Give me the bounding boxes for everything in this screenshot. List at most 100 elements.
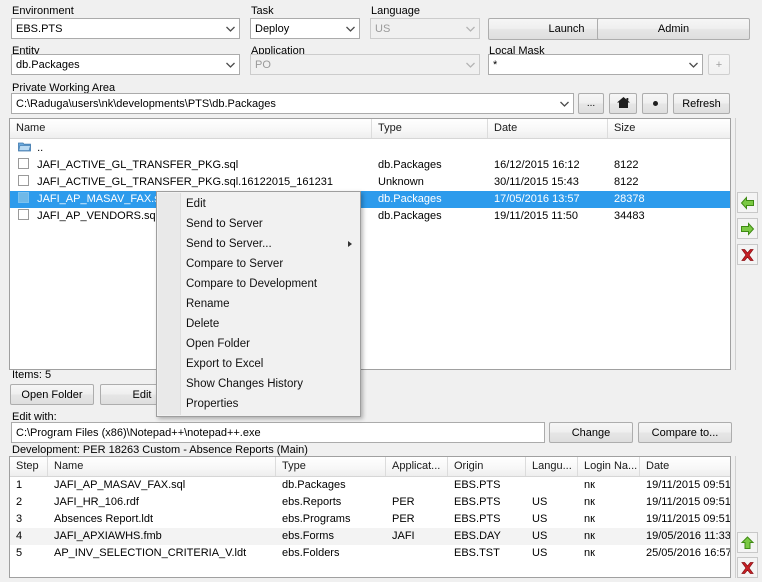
home-button[interactable] xyxy=(609,93,637,114)
chevron-down-icon[interactable] xyxy=(222,19,239,38)
dev-delete-button[interactable] xyxy=(737,557,758,578)
dev-origin: EBS.PTS xyxy=(454,496,501,508)
chevron-down-icon[interactable] xyxy=(222,55,239,74)
language-combo[interactable]: US xyxy=(370,18,480,39)
dev-col-login[interactable]: Login Na... xyxy=(578,457,640,476)
context-menu-item-delete[interactable]: Delete xyxy=(157,314,360,334)
table-row[interactable]: JAFI_ACTIVE_GL_TRANSFER_PKG.sql db.Packa… xyxy=(10,157,730,174)
dev-col-origin[interactable]: Origin xyxy=(448,457,526,476)
dev-language: US xyxy=(532,547,548,559)
dev-application xyxy=(386,545,448,562)
file-row-type: db.Packages xyxy=(378,193,442,205)
chevron-down-icon[interactable] xyxy=(342,19,359,38)
file-row-name: JAFI_ACTIVE_GL_TRANSFER_PKG.sql xyxy=(37,159,239,171)
context-menu-item-show-changes-history[interactable]: Show Changes History xyxy=(157,374,360,394)
edit-with-input[interactable]: C:\Program Files (x86)\Notepad++\notepad… xyxy=(11,422,545,443)
dev-type: ebs.Folders xyxy=(282,547,340,559)
file-row-size: 28378 xyxy=(614,193,645,205)
file-row-checkbox[interactable] xyxy=(18,158,29,169)
file-row-date: 30/11/2015 15:43 xyxy=(494,176,579,188)
dev-col-language[interactable]: Langu... xyxy=(526,457,578,476)
file-row-name: JAFI_AP_MASAV_FAX.sql xyxy=(37,193,169,205)
context-menu-item-export-to-excel[interactable]: Export to Excel xyxy=(157,354,360,374)
context-menu-item-label: Properties xyxy=(186,398,239,410)
dev-login: nк xyxy=(584,547,595,559)
dev-col-date[interactable]: Date xyxy=(640,457,730,476)
development-grid[interactable]: Step Name Type Applicat... Origin Langu.… xyxy=(9,456,731,578)
table-row[interactable]: 2 JAFI_HR_106.rdf ebs.Reports PER EBS.PT… xyxy=(10,494,730,511)
dot-icon xyxy=(652,101,658,106)
dev-login: nк xyxy=(584,479,595,491)
dev-step: 5 xyxy=(16,547,23,559)
table-row[interactable]: 1 JAFI_AP_MASAV_FAX.sql db.Packages EBS.… xyxy=(10,477,730,494)
admin-button[interactable]: Admin xyxy=(597,18,750,40)
dot-button[interactable] xyxy=(642,93,668,114)
refresh-button[interactable]: Refresh xyxy=(673,93,730,114)
dev-name: JAFI_APXIAWHS.fmb xyxy=(54,530,162,542)
context-menu-item-open-folder[interactable]: Open Folder xyxy=(157,334,360,354)
application-combo[interactable]: PO xyxy=(250,54,480,75)
browse-button[interactable]: ... xyxy=(578,93,604,114)
file-row-checkbox[interactable] xyxy=(18,175,29,186)
file-row-checkbox[interactable] xyxy=(18,209,29,220)
open-folder-button[interactable]: Open Folder xyxy=(10,384,94,405)
table-row[interactable]: JAFI_AP_VENDORS.sql db.Packages 19/11/20… xyxy=(10,208,730,225)
environment-combo[interactable]: EBS.PTS xyxy=(11,18,240,39)
table-row[interactable]: 4 JAFI_APXIAWHS.fmb ebs.Forms JAFI EBS.D… xyxy=(10,528,730,545)
local-mask-add-button[interactable]: + xyxy=(708,54,730,75)
compare-to-button[interactable]: Compare to... xyxy=(638,422,732,443)
file-list-header: Name Type Date Size xyxy=(10,119,730,139)
local-mask-combo[interactable]: * xyxy=(488,54,703,75)
dev-date: 19/11/2015 09:51 xyxy=(646,479,730,491)
context-menu-item-properties[interactable]: Properties xyxy=(157,394,360,414)
task-combo[interactable]: Deploy xyxy=(250,18,360,39)
table-row-selected[interactable]: JAFI_AP_MASAV_FAX.sql db.Packages 17/05/… xyxy=(10,191,730,208)
delete-file-button[interactable] xyxy=(737,244,758,265)
context-menu-item-edit[interactable]: Edit xyxy=(157,194,360,214)
move-right-button[interactable] xyxy=(737,218,758,239)
context-menu[interactable]: Edit Send to Server Send to Server... Co… xyxy=(156,191,361,417)
context-menu-item-send-to-server[interactable]: Send to Server xyxy=(157,214,360,234)
dev-origin: EBS.TST xyxy=(454,547,500,559)
context-menu-item-rename[interactable]: Rename xyxy=(157,294,360,314)
dev-language xyxy=(526,477,578,494)
private-working-area-combo[interactable]: C:\Raduga\users\nk\developments\PTS\db.P… xyxy=(11,93,574,114)
dev-name: Absences Report.ldt xyxy=(54,513,154,525)
entity-value: db.Packages xyxy=(16,58,80,71)
table-row[interactable]: 3 Absences Report.ldt ebs.Programs PER E… xyxy=(10,511,730,528)
language-value: US xyxy=(375,22,391,35)
file-row-type: db.Packages xyxy=(378,159,442,171)
context-menu-item-label: Edit xyxy=(186,198,206,210)
file-list-grid[interactable]: Name Type Date Size .. JAFI_ACTIVE_GL_TR… xyxy=(9,118,731,370)
file-col-name[interactable]: Name xyxy=(10,119,372,138)
dev-type: ebs.Programs xyxy=(282,513,351,525)
context-menu-item-compare-to-server[interactable]: Compare to Server xyxy=(157,254,360,274)
dev-date: 19/11/2015 09:51 xyxy=(646,496,730,508)
file-row-parent[interactable]: .. xyxy=(10,139,730,157)
context-menu-item-compare-to-development[interactable]: Compare to Development xyxy=(157,274,360,294)
file-col-date[interactable]: Date xyxy=(488,119,608,138)
dev-col-name[interactable]: Name xyxy=(48,457,276,476)
chevron-down-icon[interactable] xyxy=(556,94,573,113)
file-col-type[interactable]: Type xyxy=(372,119,488,138)
entity-combo[interactable]: db.Packages xyxy=(11,54,240,75)
development-title: Development: PER 18263 Custom - Absence … xyxy=(12,444,308,456)
chevron-down-icon[interactable] xyxy=(685,55,702,74)
file-row-checkbox[interactable] xyxy=(18,192,29,203)
dev-application: PER xyxy=(392,513,415,525)
move-left-button[interactable] xyxy=(737,192,758,213)
change-button[interactable]: Change xyxy=(549,422,633,443)
file-list-body: .. JAFI_ACTIVE_GL_TRANSFER_PKG.sql db.Pa… xyxy=(10,139,730,225)
dev-language: US xyxy=(532,530,548,542)
table-row[interactable]: JAFI_ACTIVE_GL_TRANSFER_PKG.sql.16122015… xyxy=(10,174,730,191)
dev-col-type[interactable]: Type xyxy=(276,457,386,476)
file-col-size[interactable]: Size xyxy=(608,119,730,138)
dev-date: 19/11/2015 09:51 xyxy=(646,513,730,525)
context-menu-item-send-to-server-submenu[interactable]: Send to Server... xyxy=(157,234,360,254)
dev-col-application[interactable]: Applicat... xyxy=(386,457,448,476)
dev-date: 25/05/2016 16:57 xyxy=(646,547,730,559)
dev-move-up-button[interactable] xyxy=(737,532,758,553)
home-icon xyxy=(616,96,631,112)
table-row[interactable]: 5 AP_INV_SELECTION_CRITERIA_V.ldt ebs.Fo… xyxy=(10,545,730,562)
dev-col-step[interactable]: Step xyxy=(10,457,48,476)
